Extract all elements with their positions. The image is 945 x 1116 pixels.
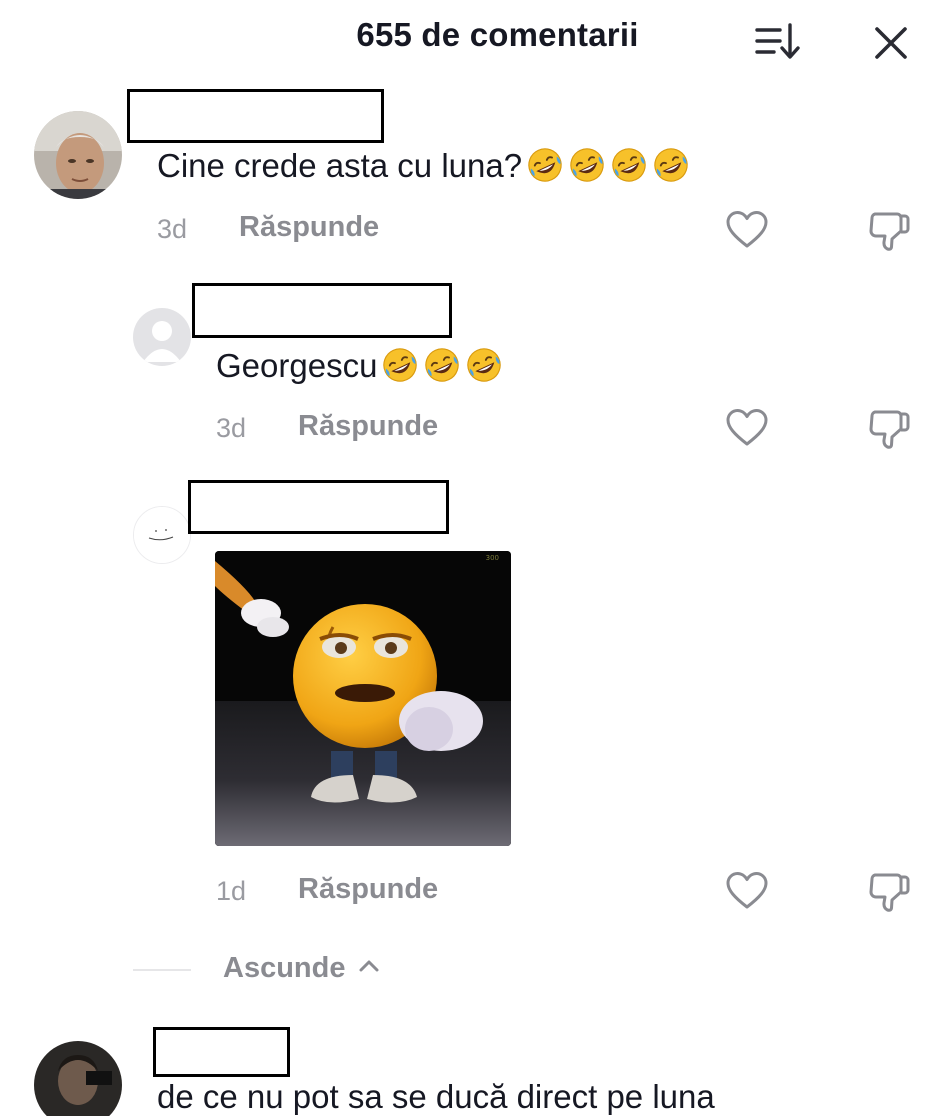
like-button[interactable] <box>724 207 770 253</box>
like-button[interactable] <box>724 868 770 914</box>
emoji-group <box>522 147 690 184</box>
username-redacted[interactable] <box>192 283 452 338</box>
rofl-emoji-icon <box>526 146 564 184</box>
rofl-emoji-icon <box>381 346 419 384</box>
chevron-up-icon <box>359 960 379 972</box>
rofl-emoji-icon <box>423 346 461 384</box>
avatar[interactable] <box>133 506 191 564</box>
emoji-character-image: 300 <box>215 551 511 846</box>
thumbs-down-outline-icon <box>866 868 912 914</box>
heart-outline-icon <box>724 868 770 914</box>
comment-timestamp: 3d <box>157 214 188 244</box>
hide-replies-label: Ascunde <box>223 952 346 984</box>
close-button[interactable] <box>870 22 912 64</box>
avatar[interactable] <box>133 308 191 366</box>
hide-replies-button[interactable]: Ascunde <box>223 952 380 985</box>
reply-button[interactable]: Răspunde <box>239 211 379 244</box>
reply-button[interactable]: Răspunde <box>298 873 438 906</box>
comment-text: Cine crede asta cu luna? <box>157 146 690 185</box>
rofl-emoji-icon <box>465 346 503 384</box>
doodle-avatar <box>134 507 190 563</box>
rofl-emoji-icon <box>610 146 648 184</box>
thumbs-down-outline-icon <box>866 405 912 451</box>
avatar[interactable] <box>34 111 122 199</box>
svg-text:300: 300 <box>486 554 499 562</box>
comment-body: Georgescu <box>216 347 378 384</box>
comment-body: Cine crede asta cu luna? <box>157 147 523 184</box>
rofl-emoji-icon <box>568 146 606 184</box>
dislike-button[interactable] <box>866 405 912 451</box>
replies-divider <box>133 969 191 971</box>
default-avatar-icon <box>133 308 191 366</box>
avatar[interactable] <box>34 1041 122 1116</box>
username-redacted[interactable] <box>153 1027 290 1077</box>
thumbs-down-outline-icon <box>866 207 912 253</box>
comment-text: Georgescu <box>216 346 503 385</box>
comments-sheet: 655 de comentarii Cine crede asta cu lun… <box>0 0 945 1116</box>
rofl-emoji-icon <box>652 146 690 184</box>
reply-button[interactable]: Răspunde <box>298 410 438 443</box>
close-icon <box>875 27 907 59</box>
comment-timestamp: 1d <box>216 876 247 906</box>
sort-icon <box>755 23 800 59</box>
heart-outline-icon <box>724 405 770 451</box>
emoji-group <box>377 347 503 384</box>
comment-text: de ce nu pot sa se ducă direct pe luna <box>157 1078 715 1115</box>
user-photo <box>34 1041 122 1116</box>
dislike-button[interactable] <box>866 868 912 914</box>
image-attachment[interactable]: 300 <box>215 551 511 846</box>
like-button[interactable] <box>724 405 770 451</box>
dislike-button[interactable] <box>866 207 912 253</box>
comment-timestamp: 3d <box>216 413 247 443</box>
sort-button[interactable] <box>752 20 804 64</box>
comments-list: 655 de comentarii Cine crede asta cu lun… <box>0 0 945 1116</box>
username-redacted[interactable] <box>188 480 449 534</box>
username-redacted[interactable] <box>127 89 384 143</box>
heart-outline-icon <box>724 207 770 253</box>
user-photo <box>34 111 122 199</box>
